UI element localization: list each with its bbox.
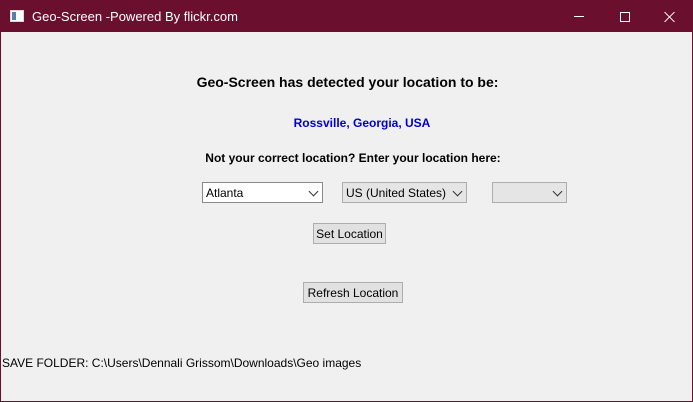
close-button[interactable] [647,1,693,32]
title-bar[interactable]: Geo-Screen -Powered By flickr.com [1,1,692,32]
refresh-location-button[interactable]: Refresh Location [303,282,403,303]
minimize-button[interactable] [556,1,602,32]
close-icon [664,11,676,23]
location-prompt: Not your correct location? Enter your lo… [205,151,501,165]
country-select[interactable]: US (United States) [342,182,467,203]
window-title: Geo-Screen -Powered By flickr.com [32,9,238,24]
detected-heading: Geo-Screen has detected your location to… [196,74,499,90]
minimize-icon [574,16,584,17]
set-location-button[interactable]: Set Location [313,223,386,244]
app-window-icon [10,10,24,22]
country-select-value: US (United States) [346,185,447,200]
save-folder-label: SAVE FOLDER: C:\Users\Dennali Grissom\Do… [2,356,362,370]
app-window: Geo-Screen -Powered By flickr.com Geo-Sc… [0,0,693,402]
chevron-down-icon [552,186,563,197]
maximize-icon [620,11,630,22]
maximize-button[interactable] [602,1,648,32]
detected-location: Rossville, Georgia, USA [293,116,431,130]
city-select-value: Atlanta [206,185,244,200]
city-select[interactable]: Atlanta [202,182,323,203]
region-select[interactable] [492,182,567,203]
